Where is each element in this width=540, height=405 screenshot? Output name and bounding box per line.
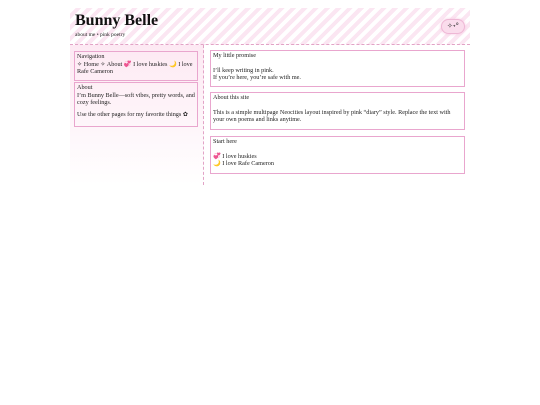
promise-heading: My little promise (213, 52, 256, 59)
about-text: I’m Bunny Belle—soft vibes, pretty words… (77, 91, 195, 107)
navigation-heading: Navigation (77, 53, 105, 60)
sparkle-button[interactable]: ✧˖° (441, 19, 465, 34)
nav-link-about[interactable]: ✧ About 💞 (100, 61, 131, 68)
about-site-text: This is a simple multipage Neocities lay… (213, 108, 451, 124)
site-subtitle: about me • pink poetry (75, 32, 126, 38)
nav-link-huskies[interactable]: I love huskies 🌙 (133, 61, 177, 68)
promise-box: My little promise I’ll keep writing in p… (210, 50, 465, 87)
about-box: About I’m Bunny Belle—soft vibes, pretty… (74, 82, 198, 127)
about-heading: About (77, 84, 93, 91)
about-site-heading: About this site (213, 94, 250, 101)
navigation-box: Navigation ✧ Home ✧ About 💞 I love huski… (74, 51, 198, 81)
about-site-box: About this site This is a simple multipa… (210, 92, 465, 130)
start-heading: Start here (213, 138, 237, 145)
site-header: Bunny Belle about me • pink poetry ✧˖° (70, 8, 470, 45)
about-hint: Use the other pages for my favorite thin… (77, 110, 189, 118)
nav-link-home[interactable]: ✧ Home (77, 61, 99, 68)
sidebar: Navigation ✧ Home ✧ About 💞 I love huski… (70, 45, 204, 185)
start-link-rafe[interactable]: 🌙 I love Rafe Cameron (213, 160, 462, 168)
site-title: Bunny Belle (75, 12, 159, 29)
navigation-links: ✧ Home ✧ About 💞 I love huskies 🌙 I love… (77, 61, 195, 76)
promise-line-1: I’ll keep writing in pink. (213, 66, 274, 74)
start-box: Start here 💞 I love huskies 🌙 I love Raf… (210, 136, 465, 174)
promise-line-2: If you’re here, you’re safe with me. (213, 74, 301, 82)
